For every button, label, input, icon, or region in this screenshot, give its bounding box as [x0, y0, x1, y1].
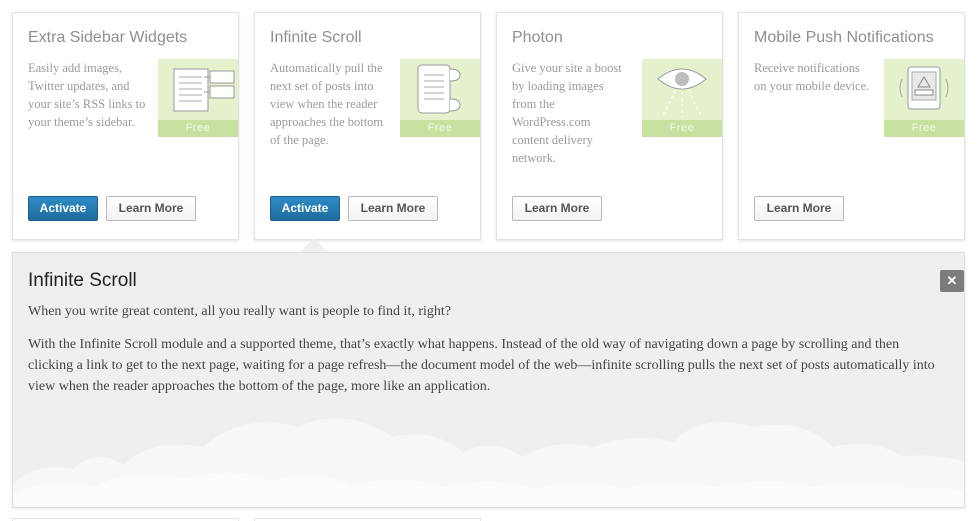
module-description: Automatically pull the next set of posts…	[270, 61, 384, 147]
module-title: Mobile Push Notifications	[754, 29, 934, 46]
eye-icon	[657, 68, 707, 118]
free-badge: Free	[400, 120, 480, 137]
module-thumbnail: Free	[642, 59, 722, 137]
module-description: Easily add images, Twitter updates, and …	[28, 61, 146, 129]
sidebar-widgets-icon	[173, 68, 235, 112]
module-card-infinite-scroll: Infinite Scroll Automatically pull the n…	[254, 12, 481, 240]
clouds-decoration	[13, 418, 964, 507]
detail-title: Infinite Scroll	[28, 270, 137, 291]
mobile-device-icon	[899, 66, 949, 110]
module-title: Extra Sidebar Widgets	[28, 29, 188, 46]
detail-lead: When you write great content, all you re…	[28, 304, 451, 319]
module-description: Receive notifications on your mobile dev…	[754, 61, 870, 93]
scroll-icon	[417, 64, 461, 114]
module-thumbnail: Free	[884, 59, 964, 137]
module-card-mobile-push-notifications: Mobile Push Notifications Receive notifi…	[738, 12, 965, 240]
free-badge: Free	[158, 120, 238, 137]
activate-button[interactable]: Activate	[270, 196, 340, 221]
learn-more-button[interactable]: Learn More	[348, 196, 438, 221]
close-icon[interactable]: ✕	[940, 270, 964, 292]
activate-button[interactable]: Activate	[28, 196, 98, 221]
module-card-extra-sidebar-widgets: Extra Sidebar Widgets Easily add images,…	[12, 12, 239, 240]
detail-body: With the Infinite Scroll module and a su…	[28, 337, 935, 394]
learn-more-button[interactable]: Learn More	[754, 196, 844, 221]
module-description: Give your site a boost by loading images…	[512, 61, 622, 165]
learn-more-button[interactable]: Learn More	[106, 196, 196, 221]
module-card-photon: Photon Give your site a boost by loading…	[496, 12, 723, 240]
free-badge: Free	[642, 120, 722, 137]
module-detail-panel: Infinite Scroll ✕ When you write great c…	[12, 252, 965, 508]
module-title: Photon	[512, 29, 563, 46]
module-title: Infinite Scroll	[270, 29, 362, 46]
learn-more-button[interactable]: Learn More	[512, 196, 602, 221]
free-badge: Free	[884, 120, 964, 137]
module-thumbnail: Free	[158, 59, 238, 137]
detail-pointer	[300, 238, 328, 252]
module-thumbnail: Free	[400, 59, 480, 137]
